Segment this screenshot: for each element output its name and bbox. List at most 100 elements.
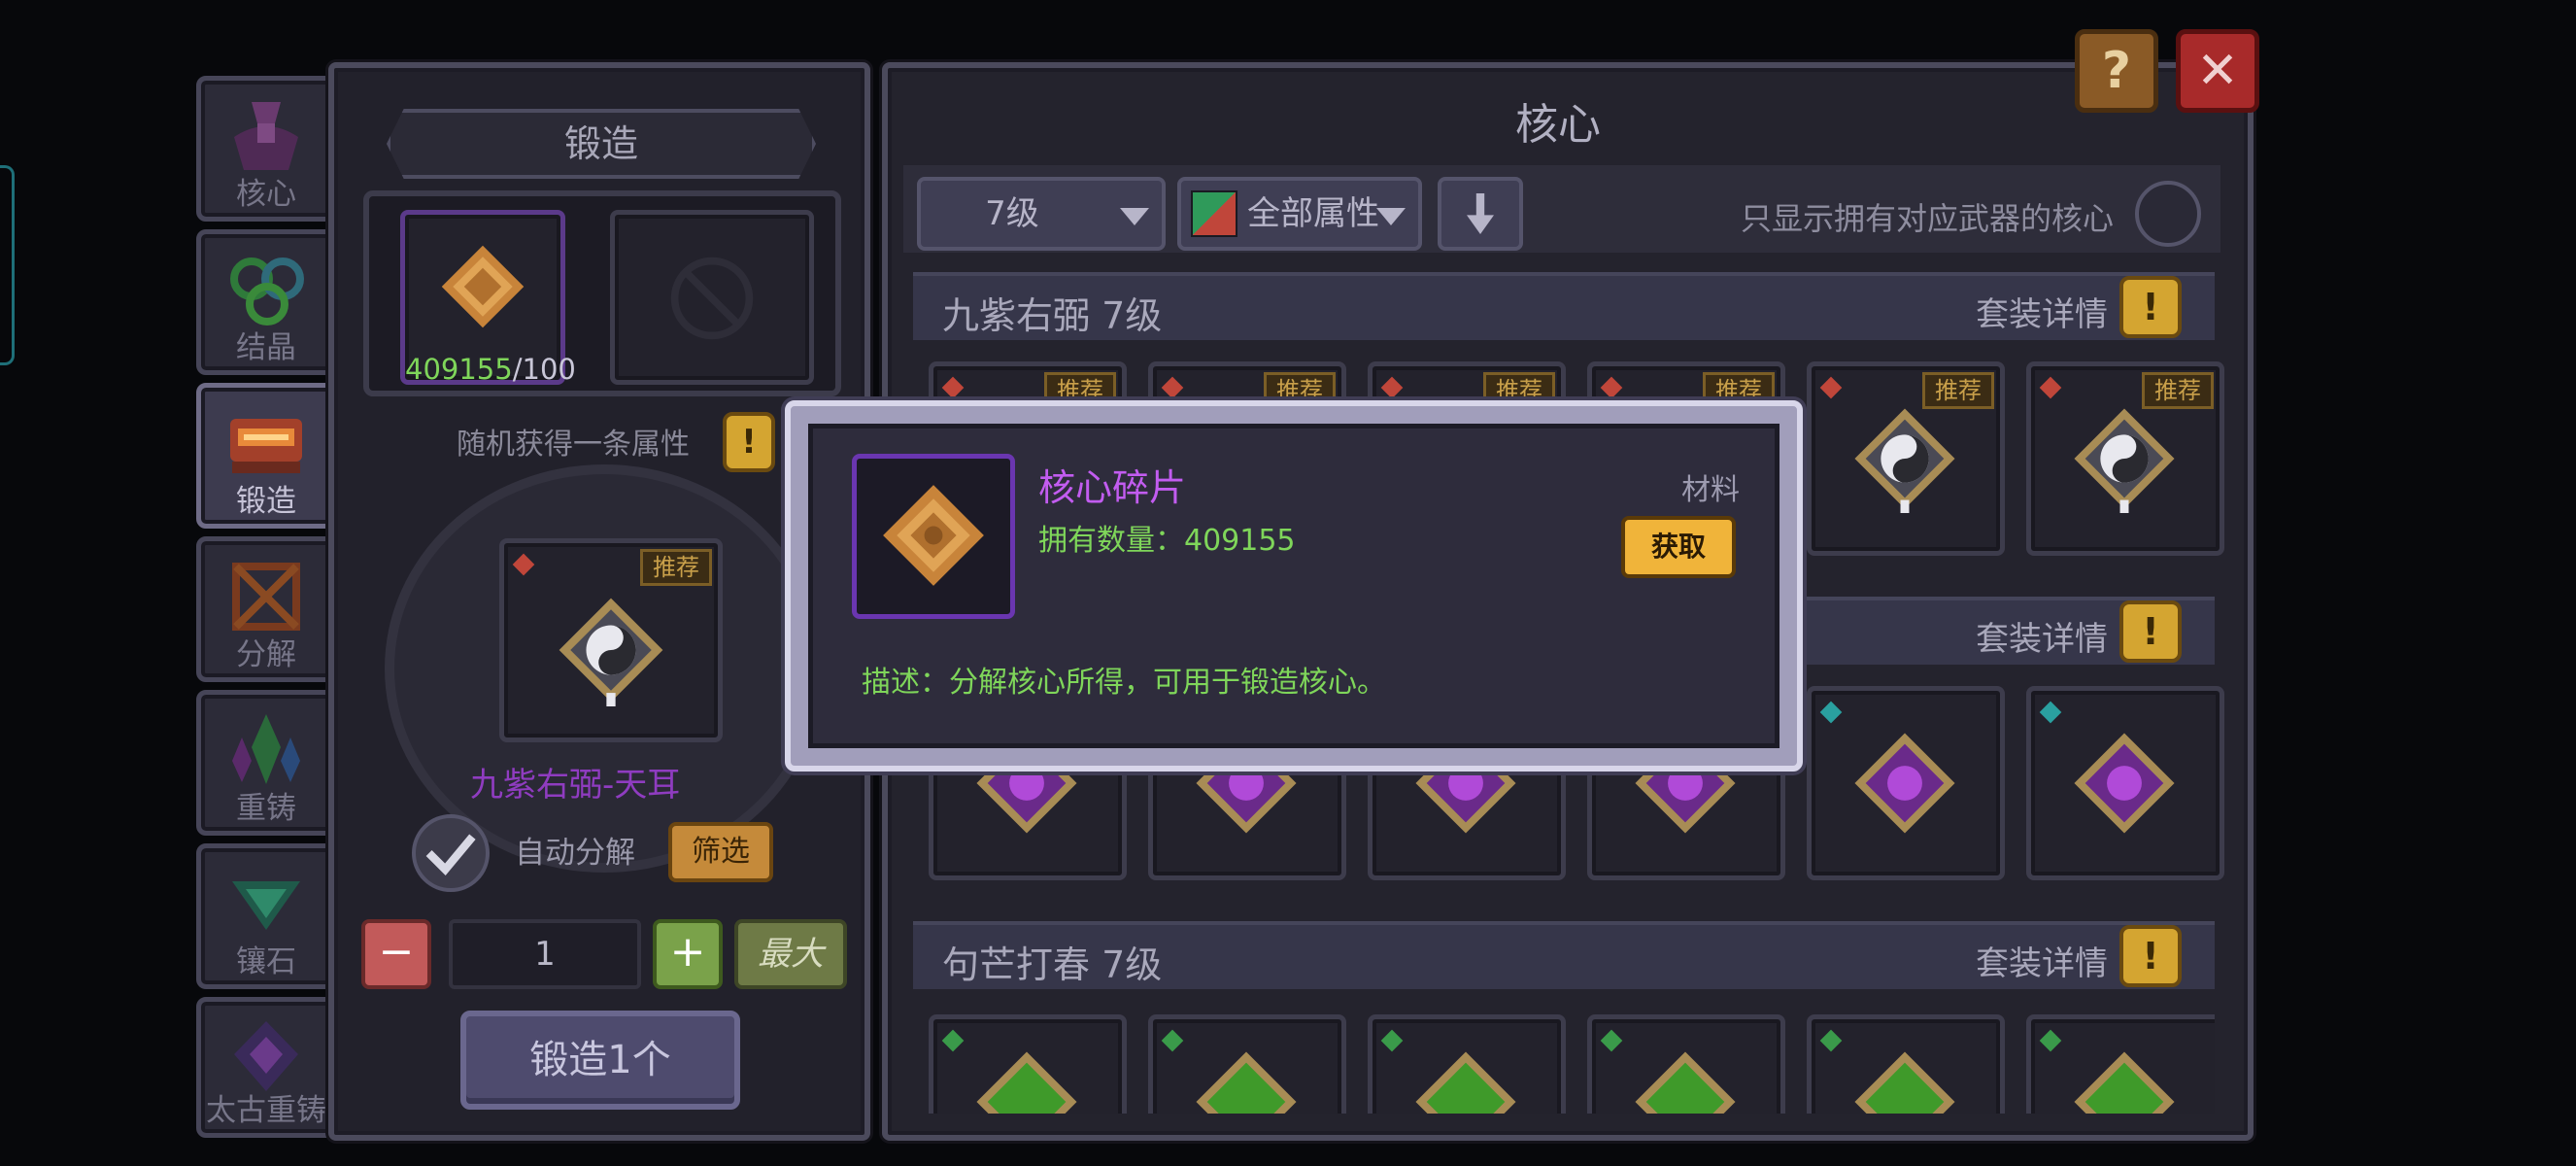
set-detail-button[interactable]: ! xyxy=(2119,925,2182,987)
inlay-icon xyxy=(232,881,300,930)
popup-owned: 拥有数量：409155 xyxy=(1038,524,1296,558)
popup-inner: 核心碎片 材料 拥有数量：409155 获取 描述：分解核心所得，可用于锻造核心… xyxy=(808,424,1779,748)
tab-decompose-label: 分解 xyxy=(236,637,296,672)
only-owned-label: 只显示拥有对应武器的核心 xyxy=(1741,200,2115,237)
set-detail-button[interactable]: ! xyxy=(2119,600,2182,663)
close-icon: ✕ xyxy=(2196,42,2239,100)
item-popup: 核心碎片 材料 拥有数量：409155 获取 描述：分解核心所得，可用于锻造核心… xyxy=(785,400,1803,772)
core-slot[interactable] xyxy=(2026,1014,2215,1114)
tab-core[interactable]: 核心 xyxy=(196,76,336,222)
core-slot[interactable]: 推荐 xyxy=(2026,361,2224,556)
decompose-icon xyxy=(232,563,300,631)
auto-decompose-label: 自动分解 xyxy=(515,836,635,871)
purple-core-icon xyxy=(2074,733,2175,834)
random-attr-info-button[interactable]: ! xyxy=(723,412,775,472)
set-detail-label: 套装详情 xyxy=(1976,620,2108,659)
core-icon xyxy=(234,102,298,170)
minus-icon: − xyxy=(378,927,415,977)
yin-yang-core-icon xyxy=(559,598,663,706)
green-core-icon xyxy=(1196,1051,1297,1114)
set-detail-label: 套装详情 xyxy=(1976,295,2108,334)
material-slot[interactable]: 409155/100 xyxy=(400,210,576,386)
prohibited-icon xyxy=(670,257,754,340)
forge-title: 锻造 xyxy=(563,122,638,165)
gem-red-icon xyxy=(941,376,965,399)
tab-recast[interactable]: 重铸 xyxy=(196,690,336,836)
only-owned-checkbox[interactable] xyxy=(2135,181,2201,247)
auto-decompose-checkbox[interactable] xyxy=(412,814,490,892)
yin-yang-core-icon xyxy=(2074,408,2175,513)
tab-forge[interactable]: 锻造 xyxy=(196,383,336,529)
obtain-button[interactable]: 获取 xyxy=(1621,516,1736,578)
all-attributes-icon xyxy=(1191,190,1237,237)
gem-green-icon xyxy=(1161,1029,1184,1052)
gem-green-icon xyxy=(1819,1029,1843,1052)
popup-category: 材料 xyxy=(1681,473,1740,507)
forge-target-slot[interactable]: 推荐 xyxy=(499,538,723,742)
gem-teal-icon xyxy=(2039,701,2062,724)
core-fragment-icon xyxy=(883,485,984,586)
material-have: 409155 xyxy=(405,353,513,386)
popup-item-name: 核心碎片 xyxy=(1038,466,1187,509)
green-core-icon xyxy=(976,1051,1077,1114)
recommend-tag: 推荐 xyxy=(640,549,712,586)
core-slot[interactable] xyxy=(1148,1014,1346,1114)
popup-item-slot xyxy=(852,454,1015,619)
core-slot[interactable]: 推荐 xyxy=(1807,361,2005,556)
gem-red-icon xyxy=(1161,376,1184,399)
filter-button[interactable]: 筛选 xyxy=(668,822,773,882)
forge-button[interactable]: 锻造1个 xyxy=(460,1011,740,1110)
set-name: 九紫右弼 7级 xyxy=(942,294,1163,337)
gem-green-icon xyxy=(1600,1029,1623,1052)
plus-icon: + xyxy=(669,927,706,977)
set-detail-button[interactable]: ! xyxy=(2119,276,2182,338)
sort-button[interactable] xyxy=(1438,177,1523,251)
checkmark-icon xyxy=(425,834,476,876)
close-button[interactable]: ✕ xyxy=(2176,29,2259,113)
forge-title-banner: 锻造 xyxy=(387,109,816,179)
set3-row xyxy=(913,1011,2215,1114)
question-icon: ? xyxy=(2101,42,2132,100)
max-button[interactable]: 最大 xyxy=(734,919,847,989)
level-select-value: 7级 xyxy=(985,194,1039,233)
tab-decompose[interactable]: 分解 xyxy=(196,536,336,682)
tab-inlay[interactable]: 镶石 xyxy=(196,843,336,989)
attribute-select[interactable]: 全部属性 xyxy=(1177,177,1422,251)
help-button[interactable]: ? xyxy=(2075,29,2158,113)
yin-yang-core-icon xyxy=(1854,408,1955,513)
core-slot[interactable] xyxy=(1587,1014,1785,1114)
quantity-field[interactable]: 1 xyxy=(449,919,641,989)
attribute-select-value: 全部属性 xyxy=(1247,194,1379,233)
plus-button[interactable]: + xyxy=(653,919,723,989)
tab-crystal[interactable]: 结晶 xyxy=(196,229,336,375)
set-detail-label: 套装详情 xyxy=(1976,944,2108,983)
core-fragment-icon xyxy=(441,245,525,328)
green-core-icon xyxy=(1854,1051,1955,1114)
tab-core-label: 核心 xyxy=(236,177,296,212)
core-slot[interactable] xyxy=(1368,1014,1566,1114)
minus-button[interactable]: − xyxy=(361,919,431,989)
recast-icon xyxy=(232,714,300,784)
gem-green-icon xyxy=(941,1029,965,1052)
gem-red-icon xyxy=(1600,376,1623,399)
tab-ancient-recast[interactable]: 太古重铸 xyxy=(196,997,336,1138)
set-header: 句芒打春 7级 套装详情 xyxy=(913,921,2215,989)
arrow-down-icon xyxy=(1467,193,1494,234)
selected-core-name: 九紫右弼-天耳 xyxy=(470,766,681,805)
gem-red-icon xyxy=(2039,376,2062,399)
core-slot[interactable] xyxy=(929,1014,1127,1114)
core-slot[interactable] xyxy=(2026,686,2224,880)
tab-recast-label: 重铸 xyxy=(236,791,296,826)
gem-red-icon xyxy=(1819,376,1843,399)
green-core-icon xyxy=(2074,1051,2175,1114)
gem-teal-icon xyxy=(1819,701,1843,724)
empty-slot xyxy=(610,210,814,385)
gem-green-icon xyxy=(1380,1029,1404,1052)
core-slot[interactable] xyxy=(1807,686,2005,880)
level-select[interactable]: 7级 xyxy=(917,177,1166,251)
chevron-down-icon xyxy=(1376,208,1406,225)
core-slot[interactable] xyxy=(1807,1014,2005,1114)
forge-icon xyxy=(230,419,302,473)
tab-inlay-label: 镶石 xyxy=(236,944,296,979)
popup-description: 描述：分解核心所得，可用于锻造核心。 xyxy=(862,666,1386,700)
